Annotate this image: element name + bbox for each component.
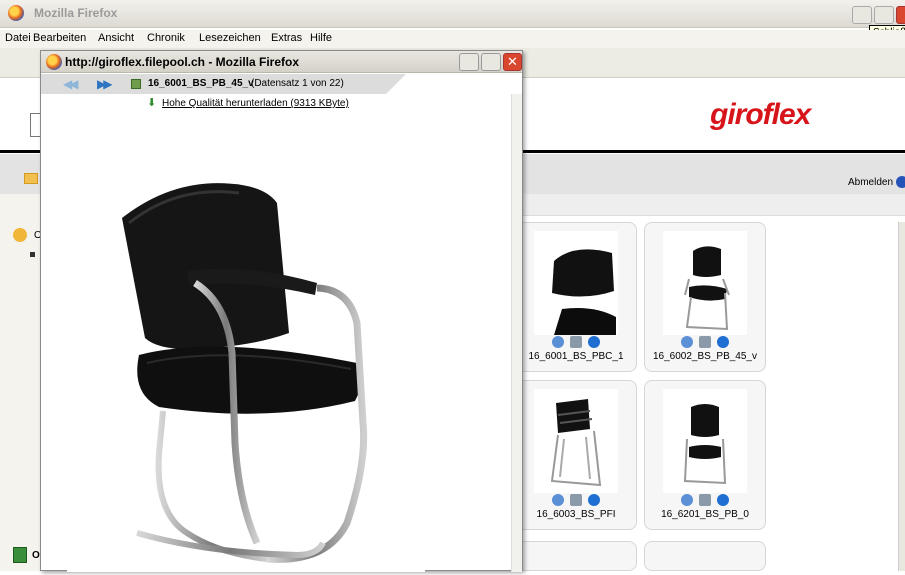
record-counter: (Datensatz 1 von 22) (251, 78, 344, 89)
menu-lesezeichen[interactable]: Lesezeichen (199, 32, 261, 44)
maximize-button[interactable] (874, 6, 894, 24)
popup-scrollbar[interactable] (511, 94, 522, 572)
zoom-icon[interactable] (681, 494, 693, 507)
logout-icon[interactable] (896, 176, 905, 188)
image-file-icon (131, 79, 141, 89)
output-icon[interactable] (13, 547, 27, 563)
cart-icon[interactable] (570, 494, 582, 507)
info-icon[interactable] (588, 494, 600, 507)
cart-icon[interactable] (699, 336, 711, 349)
thumbnail-image[interactable] (663, 231, 747, 335)
thumbnail-label: 16_6002_BS_PB_45_v (653, 351, 757, 362)
next-image-icon[interactable]: ▶▶ (97, 77, 113, 91)
info-icon[interactable] (588, 336, 600, 349)
main-window-title: Mozilla Firefox (34, 6, 118, 20)
close-button[interactable] (896, 6, 905, 24)
menu-datei[interactable]: Datei (5, 32, 31, 44)
popup-close-button[interactable]: ✕ (503, 53, 522, 71)
firefox-logo-icon (46, 54, 62, 70)
logout-link[interactable]: Abmelden (848, 177, 893, 188)
thumbnail-actions (516, 336, 636, 349)
thumbnail-actions (516, 494, 636, 507)
thumbnail-label: 16_6201_BS_PB_0 (661, 509, 749, 520)
page-scrollbar[interactable] (898, 222, 905, 571)
zoom-icon[interactable] (681, 336, 693, 349)
thumbnail-card[interactable] (644, 541, 766, 571)
thumbnail-card[interactable]: 16_6201_BS_PB_0 (644, 380, 766, 530)
tree-node-bullet[interactable] (30, 252, 35, 257)
zoom-icon[interactable] (552, 336, 564, 349)
thumbnail-card[interactable] (515, 541, 637, 571)
main-window-titlebar: Mozilla Firefox (0, 0, 905, 28)
thumbnail-image[interactable] (663, 389, 747, 493)
image-navigation-bar: ◀◀ ▶▶ 16_6001_BS_PB_45_v (Datensatz 1 vo… (41, 74, 522, 94)
thumbnail-card[interactable]: 16_6001_BS_PBC_1 (515, 222, 637, 372)
image-filename: 16_6001_BS_PB_45_v (148, 78, 254, 89)
thumbnail-card[interactable]: 16_6002_BS_PB_45_v (644, 222, 766, 372)
download-link[interactable]: Hohe Qualität herunterladen (9313 KByte) (162, 98, 349, 109)
popup-maximize-button[interactable] (481, 53, 501, 71)
tree-root-icon[interactable] (13, 228, 27, 242)
popup-title: http://giroflex.filepool.ch - Mozilla Fi… (65, 55, 299, 69)
popup-window: http://giroflex.filepool.ch - Mozilla Fi… (40, 50, 523, 572)
giroflex-logo: giroflex (710, 98, 811, 131)
popup-minimize-button[interactable] (459, 53, 479, 71)
thumbnail-image[interactable] (534, 231, 618, 335)
previous-image-icon[interactable]: ◀◀ (63, 77, 79, 91)
chair-illustration (122, 183, 368, 563)
zoom-icon[interactable] (552, 494, 564, 507)
thumbnail-label: 16_6003_BS_PFI (536, 509, 616, 520)
menu-extras[interactable]: Extras (271, 32, 302, 44)
thumbnail-image[interactable] (534, 389, 618, 493)
firefox-logo-icon (8, 5, 24, 21)
cart-icon[interactable] (570, 336, 582, 349)
minimize-button[interactable] (852, 6, 872, 24)
thumbnail-actions (645, 494, 765, 507)
thumbnail-label: 16_6001_BS_PBC_1 (528, 351, 624, 362)
download-arrow-icon[interactable]: ⬇ (147, 96, 156, 109)
thumbnail-actions (645, 336, 765, 349)
thumbnail-card[interactable]: 16_6003_BS_PFI (515, 380, 637, 530)
info-icon[interactable] (717, 494, 729, 507)
popup-titlebar: http://giroflex.filepool.ch - Mozilla Fi… (41, 51, 522, 73)
menu-bearbeiten[interactable]: Bearbeiten (33, 32, 86, 44)
folder-icon[interactable] (24, 173, 38, 184)
cart-icon[interactable] (699, 494, 711, 507)
nav-background-tail (386, 74, 406, 94)
chair-photo (67, 123, 425, 572)
menu-bar: Datei Bearbeiten Ansicht Chronik Lesezei… (0, 30, 905, 48)
info-icon[interactable] (717, 336, 729, 349)
menu-chronik[interactable]: Chronik (147, 32, 185, 44)
menu-hilfe[interactable]: Hilfe (310, 32, 332, 44)
menu-ansicht[interactable]: Ansicht (98, 32, 134, 44)
